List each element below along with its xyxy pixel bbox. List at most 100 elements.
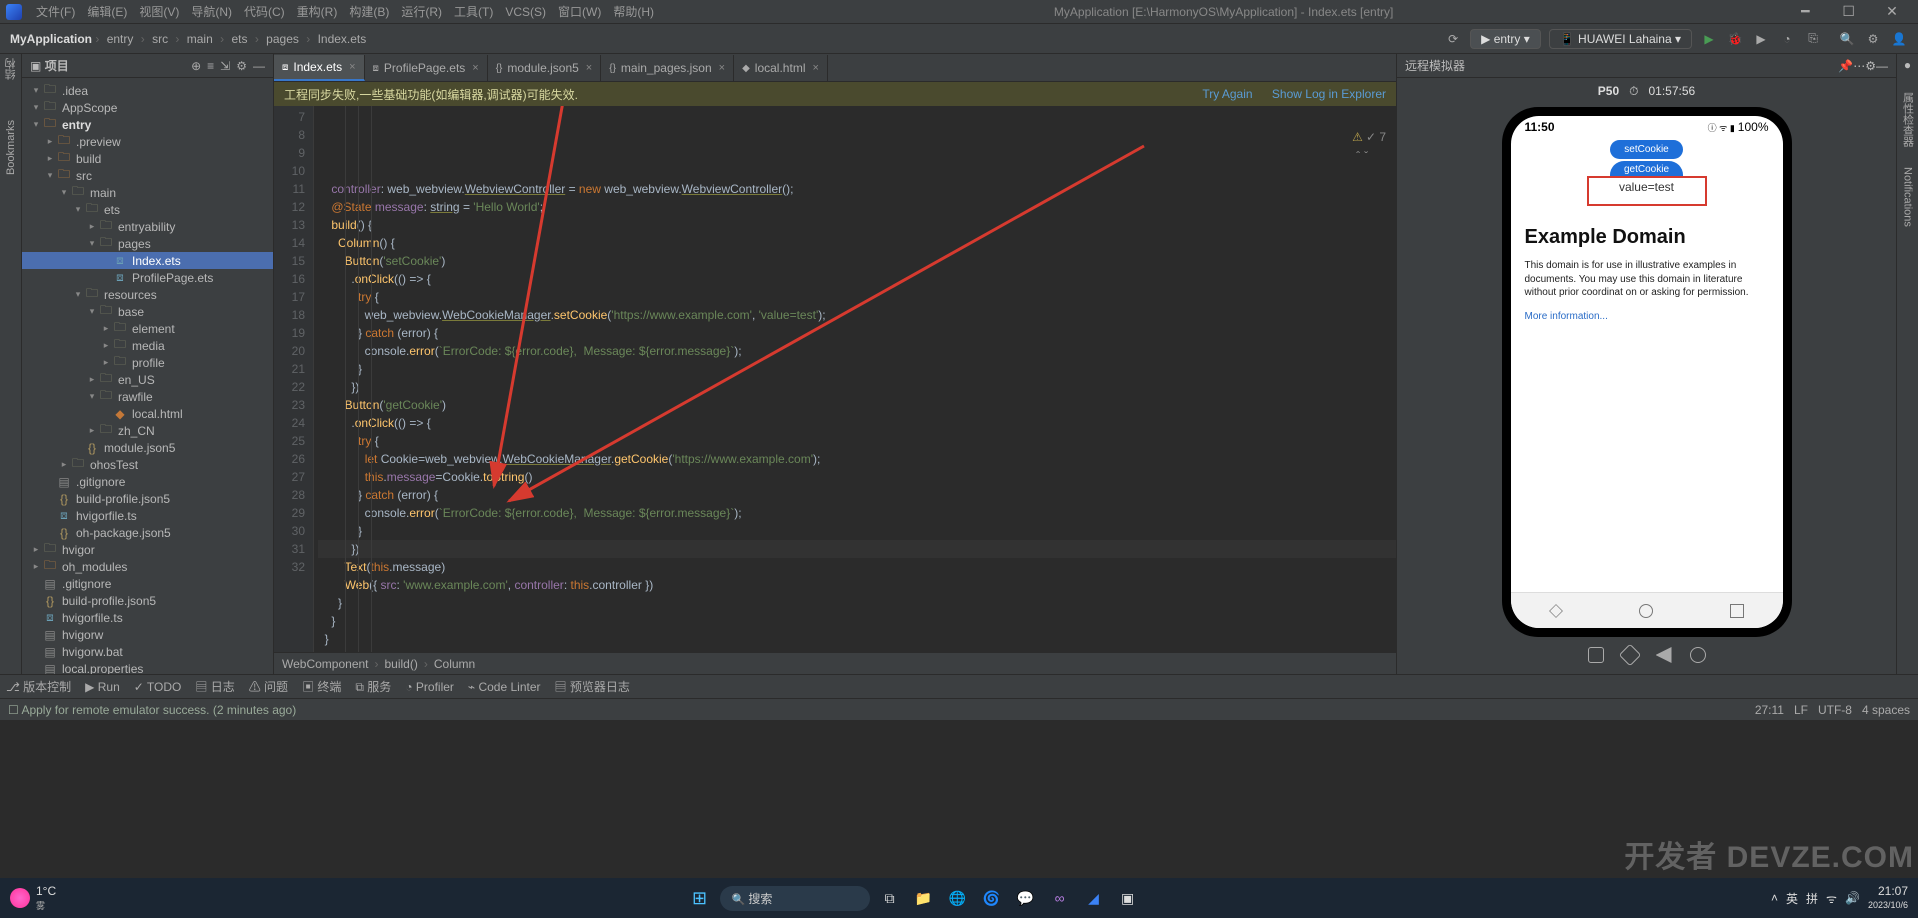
tree-node[interactable]: ⧈hvigorfile.ts bbox=[22, 507, 273, 524]
emulator-home-icon[interactable] bbox=[1690, 647, 1706, 663]
tree-node[interactable]: ▾🗀pages bbox=[22, 235, 273, 252]
close-tab-icon[interactable]: × bbox=[472, 62, 478, 74]
bottom-tool-tabs[interactable]: ⎇ 版本控制▶ Run✓ TODO▤ 日志⚠ 问题▣ 终端⧉ 服务◔ Profi… bbox=[0, 674, 1918, 698]
tree-node[interactable]: ▸🗀profile bbox=[22, 354, 273, 371]
try-again-link[interactable]: Try Again bbox=[1202, 87, 1252, 101]
tree-node[interactable]: {}module.json5 bbox=[22, 439, 273, 456]
tree-node[interactable]: ▤local.properties bbox=[22, 660, 273, 674]
tray-chevron-icon[interactable]: ˄ bbox=[1771, 891, 1778, 905]
menu-item[interactable]: 重构(R) bbox=[293, 3, 342, 21]
project-tree[interactable]: ▾🗀.idea▾🗀AppScope▾🗀entry▸🗀.preview▸🗀buil… bbox=[22, 78, 273, 674]
bottom-tab[interactable]: ⎇ 版本控制 bbox=[6, 678, 71, 695]
phone-screen[interactable]: 11:50 ⓘ ᯤ ▮ 100% setCookie getCookie val… bbox=[1511, 116, 1783, 628]
tree-node[interactable]: ▸🗀element bbox=[22, 320, 273, 337]
tree-node[interactable]: {}build-profile.json5 bbox=[22, 490, 273, 507]
device-dropdown[interactable]: 📱 HUAWEI Lahaina ▾ bbox=[1549, 29, 1692, 49]
editor-tab[interactable]: ⧈ProfilePage.ets× bbox=[365, 55, 488, 81]
wechat-icon[interactable]: 💬 bbox=[1012, 884, 1040, 912]
browser-icon[interactable]: 🌀 bbox=[978, 884, 1006, 912]
tree-node[interactable]: ⧈hvigorfile.ts bbox=[22, 609, 273, 626]
tree-node[interactable]: ▾🗀.idea bbox=[22, 82, 273, 99]
more-info-link[interactable]: More information... bbox=[1525, 311, 1608, 322]
menu-item[interactable]: 视图(V) bbox=[135, 3, 183, 21]
select-target-icon[interactable]: ⊕ bbox=[191, 59, 201, 73]
more-icon[interactable]: ⋯ bbox=[1853, 59, 1865, 73]
emulator-back-icon[interactable] bbox=[1656, 647, 1672, 663]
tree-node[interactable]: ▸🗀ohosTest bbox=[22, 456, 273, 473]
tree-node[interactable]: ▸🗀entryability bbox=[22, 218, 273, 235]
settings-icon[interactable]: ⚙ bbox=[1864, 30, 1882, 48]
maximize-button[interactable]: ☐ bbox=[1829, 3, 1869, 20]
menu-bar[interactable]: 文件(F)编辑(E)视图(V)导航(N)代码(C)重构(R)构建(B)运行(R)… bbox=[32, 3, 662, 20]
menu-item[interactable]: 编辑(E) bbox=[83, 3, 131, 21]
windows-taskbar[interactable]: 1°C雾 ⊞ 🔍 搜索 ⧉ 📁 🌐 🌀 💬 ∞ ◢ ▣ ˄ 英 拼 ᯤ 🔊 21… bbox=[0, 878, 1918, 918]
collapse-all-icon[interactable]: ⇲ bbox=[220, 59, 230, 73]
hide-icon[interactable]: — bbox=[1876, 59, 1888, 73]
profile-button[interactable]: ◔ bbox=[1778, 30, 1796, 48]
menu-item[interactable]: 帮助(H) bbox=[609, 3, 658, 21]
tree-node[interactable]: ▤hvigorw.bat bbox=[22, 643, 273, 660]
home-nav-icon[interactable] bbox=[1639, 604, 1653, 618]
bottom-tab[interactable]: ⌁ Code Linter bbox=[468, 680, 541, 694]
taskbar-search[interactable]: 🔍 搜索 bbox=[720, 886, 870, 911]
tree-node[interactable]: ◆local.html bbox=[22, 405, 273, 422]
tree-node[interactable]: ▾🗀main bbox=[22, 184, 273, 201]
pin-icon[interactable]: 📌 bbox=[1838, 59, 1853, 73]
tree-node[interactable]: ⧈Index.ets bbox=[22, 252, 273, 269]
vs-icon[interactable]: ∞ bbox=[1046, 884, 1074, 912]
right-tab-inspector[interactable]: 属性检查器 bbox=[1900, 92, 1916, 147]
menu-item[interactable]: 文件(F) bbox=[32, 3, 79, 21]
menu-item[interactable]: 工具(T) bbox=[450, 3, 497, 21]
editor-tab[interactable]: {}main_pages.json× bbox=[601, 55, 734, 81]
volume-icon[interactable]: 🔊 bbox=[1845, 891, 1860, 905]
edge-icon[interactable]: 🌐 bbox=[944, 884, 972, 912]
run-button[interactable]: ▶ bbox=[1700, 30, 1718, 48]
right-tab-dot[interactable]: ● bbox=[1904, 58, 1911, 72]
coverage-button[interactable]: ▶ bbox=[1752, 30, 1770, 48]
sync-icon[interactable]: ⟳ bbox=[1444, 30, 1462, 48]
bottom-tab[interactable]: ▤ 日志 bbox=[195, 678, 234, 695]
tree-node[interactable]: ▤.gitignore bbox=[22, 575, 273, 592]
close-tab-icon[interactable]: × bbox=[349, 61, 355, 73]
deveco-icon[interactable]: ◢ bbox=[1080, 884, 1108, 912]
tree-node[interactable]: {}oh-package.json5 bbox=[22, 524, 273, 541]
bottom-tab[interactable]: ▣ 终端 bbox=[302, 678, 341, 695]
tree-node[interactable]: ▾🗀rawfile bbox=[22, 388, 273, 405]
gear-icon[interactable]: ⚙ bbox=[1865, 59, 1876, 73]
emulator-ctrl-1[interactable] bbox=[1588, 647, 1604, 663]
breadcrumb-part[interactable]: main bbox=[187, 32, 213, 46]
tree-node[interactable]: ▾🗀base bbox=[22, 303, 273, 320]
show-log-link[interactable]: Show Log in Explorer bbox=[1272, 87, 1386, 101]
tree-node[interactable]: ▸🗀zh_CN bbox=[22, 422, 273, 439]
run-config-dropdown[interactable]: ▶ entry ▾ bbox=[1470, 29, 1541, 49]
start-button[interactable]: ⊞ bbox=[686, 884, 714, 912]
get-cookie-button[interactable]: getCookie bbox=[1610, 161, 1683, 176]
minimize-button[interactable]: ━ bbox=[1785, 3, 1825, 20]
bottom-tab[interactable]: ▶ Run bbox=[85, 680, 120, 694]
menu-item[interactable]: 构建(B) bbox=[345, 3, 393, 21]
recent-nav-icon[interactable] bbox=[1730, 604, 1744, 618]
bottom-tab[interactable]: ⚠ 问题 bbox=[249, 678, 288, 695]
tree-node[interactable]: ▾🗀src bbox=[22, 167, 273, 184]
wifi-icon[interactable]: ᯤ bbox=[1826, 890, 1837, 907]
editor-tab[interactable]: ⧈Index.ets× bbox=[274, 55, 365, 81]
terminal-icon[interactable]: ▣ bbox=[1114, 884, 1142, 912]
menu-item[interactable]: 运行(R) bbox=[397, 3, 446, 21]
task-view-icon[interactable]: ⧉ bbox=[876, 884, 904, 912]
close-tab-icon[interactable]: × bbox=[586, 62, 592, 74]
emulator-ctrl-2[interactable] bbox=[1618, 644, 1641, 667]
breadcrumb-root[interactable]: MyApplication bbox=[10, 32, 92, 46]
right-tool-stripe[interactable]: ● 属性检查器 Notifications bbox=[1896, 54, 1918, 674]
right-tab-notifications[interactable]: Notifications bbox=[1902, 167, 1914, 227]
tree-node[interactable]: ▾🗀ets bbox=[22, 201, 273, 218]
caret-position[interactable]: 27:11 bbox=[1755, 703, 1784, 717]
bottom-tab[interactable]: ✓ TODO bbox=[134, 680, 182, 694]
bottom-tab[interactable]: ▤ 预览器日志 bbox=[555, 678, 630, 695]
menu-item[interactable]: 窗口(W) bbox=[554, 3, 605, 21]
breadcrumb[interactable]: MyApplication › entry › src › main › ets… bbox=[10, 32, 374, 46]
back-nav-icon[interactable] bbox=[1549, 604, 1563, 618]
emulator-controls[interactable] bbox=[1588, 647, 1706, 663]
editor-tab[interactable]: {}module.json5× bbox=[488, 55, 602, 81]
tree-node[interactable]: ▸🗀oh_modules bbox=[22, 558, 273, 575]
gear-icon[interactable]: ⚙ bbox=[236, 59, 247, 73]
